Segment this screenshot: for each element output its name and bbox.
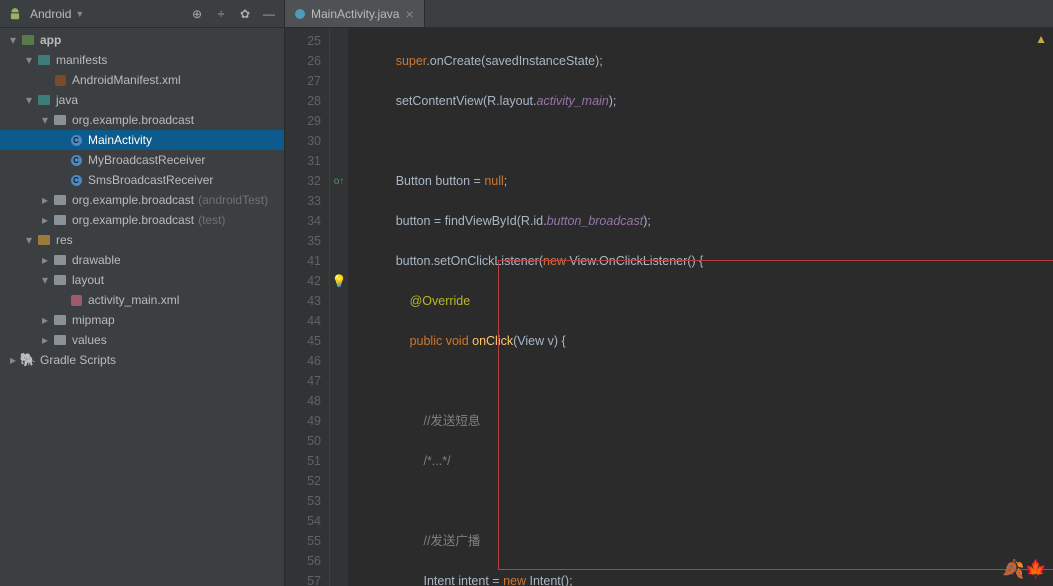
node-java[interactable]: ▾java [0, 90, 284, 110]
node-pkg2[interactable]: ▸org.example.broadcast(androidTest) [0, 190, 284, 210]
node-main-activity[interactable]: CMainActivity [0, 130, 284, 150]
decoration-leaves: 🍂🍁 [1002, 559, 1047, 580]
android-icon [8, 7, 22, 21]
target-icon[interactable]: ⊕ [190, 7, 204, 21]
gear-icon[interactable]: ✿ [238, 7, 252, 21]
module-icon [20, 33, 36, 47]
gutter-marks: o↑ 💡 [330, 28, 348, 586]
chevron-down-icon: ▾ [22, 233, 36, 247]
node-pkg1[interactable]: ▾org.example.broadcast [0, 110, 284, 130]
node-manifest-file[interactable]: AndroidManifest.xml [0, 70, 284, 90]
java-class-icon [295, 9, 305, 19]
close-icon[interactable]: × [405, 6, 413, 22]
chevron-down-icon: ▼ [75, 9, 84, 19]
folder-icon [52, 273, 68, 287]
chevron-right-icon: ▸ [38, 213, 52, 227]
chevron-down-icon: ▾ [22, 93, 36, 107]
folder-icon [52, 313, 68, 327]
chevron-right-icon: ▸ [38, 333, 52, 347]
code-area[interactable]: super.onCreate(savedInstanceState); setC… [348, 28, 1053, 586]
node-pkg3[interactable]: ▸org.example.broadcast(test) [0, 210, 284, 230]
node-layout[interactable]: ▾layout [0, 270, 284, 290]
folder-icon [52, 253, 68, 267]
chevron-down-icon: ▾ [22, 53, 36, 67]
class-icon: C [68, 133, 84, 147]
chevron-right-icon: ▸ [38, 193, 52, 207]
xml-icon [52, 73, 68, 87]
node-receiver2[interactable]: CSmsBroadcastReceiver [0, 170, 284, 190]
project-selector[interactable]: Android ▼ [30, 7, 84, 21]
class-icon: C [68, 153, 84, 167]
folder-icon [36, 93, 52, 107]
tab-label: MainActivity.java [311, 7, 399, 21]
project-tree[interactable]: ▾app ▾manifests AndroidManifest.xml ▾jav… [0, 28, 285, 586]
node-manifests[interactable]: ▾manifests [0, 50, 284, 70]
node-gradle[interactable]: ▸🐘Gradle Scripts [0, 350, 284, 370]
package-icon [52, 193, 68, 207]
chevron-right-icon: ▸ [38, 253, 52, 267]
code-editor[interactable]: 2526272829303132333435414243444546474849… [285, 28, 1053, 586]
node-layout-file[interactable]: activity_main.xml [0, 290, 284, 310]
node-mipmap[interactable]: ▸mipmap [0, 310, 284, 330]
chevron-down-icon: ▾ [38, 273, 52, 287]
chevron-down-icon: ▾ [38, 113, 52, 127]
gutter: 2526272829303132333435414243444546474849… [285, 28, 330, 586]
node-res[interactable]: ▾res [0, 230, 284, 250]
folder-icon [52, 333, 68, 347]
chevron-right-icon: ▸ [6, 353, 20, 367]
package-icon [52, 113, 68, 127]
tab-main-activity[interactable]: MainActivity.java × [285, 0, 425, 27]
warning-icon[interactable]: ▲ [1035, 32, 1047, 46]
node-app[interactable]: ▾app [0, 30, 284, 50]
sort-icon[interactable]: ÷ [214, 7, 228, 21]
lightbulb-icon[interactable]: 💡 [332, 274, 347, 288]
folder-icon [36, 233, 52, 247]
class-icon: C [68, 173, 84, 187]
chevron-down-icon: ▾ [6, 33, 20, 47]
node-receiver1[interactable]: CMyBroadcastReceiver [0, 150, 284, 170]
folder-icon [36, 53, 52, 67]
collapse-icon[interactable]: — [262, 7, 276, 21]
chevron-right-icon: ▸ [38, 313, 52, 327]
override-icon[interactable]: o↑ [334, 176, 345, 187]
node-drawable[interactable]: ▸drawable [0, 250, 284, 270]
gradle-icon: 🐘 [20, 353, 36, 367]
project-label: Android [30, 7, 71, 21]
xml-icon [68, 293, 84, 307]
package-icon [52, 213, 68, 227]
node-values[interactable]: ▸values [0, 330, 284, 350]
